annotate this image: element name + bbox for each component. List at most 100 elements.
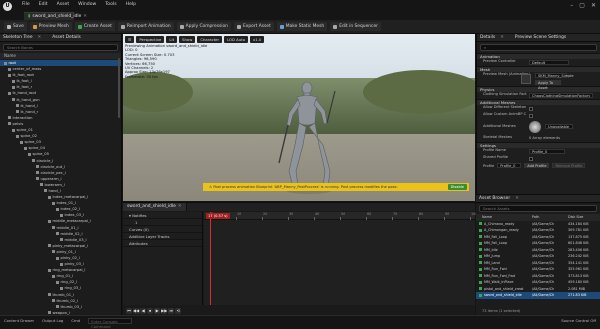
left-panel-tabs: Skeleton Tree ✕ Asset Details bbox=[0, 34, 121, 42]
bone-search-input[interactable]: Search Bones bbox=[3, 44, 118, 51]
scrollbar[interactable] bbox=[118, 58, 120, 118]
mesh-thumbnail bbox=[521, 74, 531, 84]
preview-controller-dropdown[interactable]: Default bbox=[529, 60, 569, 65]
bone-icon bbox=[56, 232, 59, 236]
bone-icon bbox=[8, 67, 11, 71]
profile-name-field[interactable]: Profile_0 bbox=[529, 149, 565, 154]
timeline-ruler[interactable]: 0102030405060708090100 bbox=[204, 212, 477, 220]
source-control-status[interactable]: Source Control Off bbox=[561, 318, 596, 323]
bone-label: thumb_01_l bbox=[52, 292, 74, 297]
sword-shape bbox=[326, 90, 336, 124]
menu-tools[interactable]: Tools bbox=[105, 2, 116, 7]
preview-mesh-button[interactable]: Preview Mesh bbox=[29, 22, 72, 31]
array-count: 0 Array elements bbox=[529, 136, 560, 140]
reimport-animation-button[interactable]: Reimport Animation bbox=[117, 22, 174, 31]
track-attributes[interactable]: Attributes bbox=[123, 240, 202, 247]
play-reverse-icon[interactable]: ◀ bbox=[140, 308, 147, 314]
console-command-input[interactable]: Enter Console Command bbox=[88, 317, 133, 329]
character-button[interactable]: Character bbox=[197, 36, 223, 43]
animation-sequence-icon bbox=[479, 248, 482, 251]
bone-label: ik_hand_r bbox=[20, 109, 39, 114]
shared-profile-checkbox[interactable] bbox=[529, 156, 533, 161]
show-button[interactable]: Show bbox=[179, 36, 196, 43]
prop-profile-name: Profile Name Profile_0 bbox=[477, 148, 600, 155]
track-notify-1[interactable]: 1 bbox=[123, 219, 202, 226]
bone-icon bbox=[36, 177, 39, 181]
maximize-icon[interactable]: ▢ bbox=[579, 2, 585, 9]
apply-compression-button[interactable]: Apply Compression bbox=[176, 22, 231, 31]
compression-icon bbox=[179, 24, 184, 29]
ruler-tick-label: 70 bbox=[393, 212, 398, 216]
content-drawer-button[interactable]: Content Drawer bbox=[4, 318, 34, 323]
menu-file[interactable]: File bbox=[22, 2, 30, 7]
animation-sequence-icon bbox=[479, 287, 482, 290]
make-static-mesh-button[interactable]: Make Static Mesh bbox=[276, 22, 328, 31]
asset-row[interactable]: sword_and_shield_idle/All/Game/Ch 271.83 … bbox=[476, 292, 600, 299]
document-tab[interactable]: ▮ sword_and_shield_idle ✕ bbox=[24, 12, 87, 20]
apply-to-asset-button[interactable]: Apply To Asset bbox=[535, 80, 561, 90]
preview-mesh-dropdown[interactable]: SKM_Manny_Simple bbox=[535, 73, 574, 78]
jump-to-start-icon[interactable]: ⏮ bbox=[126, 308, 132, 314]
create-icon bbox=[77, 24, 82, 29]
close-tab-icon[interactable]: ✕ bbox=[515, 196, 519, 201]
track-curves[interactable]: Curves (0) bbox=[123, 226, 202, 233]
viewport[interactable]: ☰ Perspective Lit Show Character LOD Aut… bbox=[123, 34, 475, 201]
lod-auto-button[interactable]: LOD Auto bbox=[224, 36, 248, 43]
output-log-button[interactable]: Output Log bbox=[42, 318, 63, 323]
tab-asset-browser[interactable]: Asset Browser bbox=[479, 196, 510, 201]
profile-dropdown[interactable]: Profile_0 bbox=[497, 163, 522, 168]
cmd-dropdown[interactable]: Cmd bbox=[71, 318, 80, 323]
bone-icon bbox=[8, 91, 11, 95]
allow-different-skeleton-checkbox[interactable] bbox=[529, 106, 533, 111]
loop-icon[interactable]: ⟲ bbox=[175, 308, 182, 314]
close-icon[interactable]: ✕ bbox=[591, 2, 596, 9]
close-tab-icon[interactable]: ✕ bbox=[38, 35, 42, 40]
step-back-icon[interactable]: ◀◀ bbox=[133, 308, 140, 314]
tab-timeline-asset[interactable]: sword_and_shield_idle ✕ bbox=[123, 203, 187, 211]
details-search-input[interactable]: ⌕ bbox=[480, 44, 597, 51]
playhead[interactable] bbox=[210, 212, 211, 305]
close-tab-icon[interactable]: ✕ bbox=[178, 204, 182, 209]
tab-preview-scene-settings[interactable]: Preview Scene Settings bbox=[515, 35, 566, 40]
bone-label: center_of_mass bbox=[12, 67, 42, 72]
add-profile-button[interactable]: Add Profile bbox=[524, 163, 550, 168]
animation-sequence-icon bbox=[479, 254, 482, 258]
play-icon[interactable]: ▶ bbox=[154, 308, 161, 314]
ruler-tick bbox=[470, 217, 471, 220]
additional-meshes-dropdown[interactable]: Unavailable bbox=[545, 124, 573, 129]
clothing-factory-dropdown[interactable]: ChaosClothingSimulationFactory bbox=[529, 93, 593, 98]
track-notifies[interactable]: ▾ Notifies bbox=[123, 212, 202, 219]
edit-in-sequencer-button[interactable]: Edit in Sequencer bbox=[330, 22, 381, 31]
disable-post-process-button[interactable]: Disable bbox=[447, 184, 467, 190]
create-asset-button[interactable]: Create Asset bbox=[74, 22, 115, 31]
menu-asset[interactable]: Asset bbox=[57, 2, 70, 7]
tab-asset-details[interactable]: Asset Details bbox=[52, 35, 81, 40]
track-additive-layer[interactable]: Additive Layer Tracks bbox=[123, 233, 202, 240]
minimize-icon[interactable]: – bbox=[570, 2, 573, 9]
tab-skeleton-tree[interactable]: Skeleton Tree bbox=[3, 35, 33, 40]
close-tab-icon[interactable]: ✕ bbox=[500, 35, 504, 40]
allow-custom-animbp-checkbox[interactable] bbox=[529, 113, 533, 118]
menu-edit[interactable]: Edit bbox=[39, 2, 48, 7]
timeline-track-area[interactable]: 0102030405060708090100 17 (0.57 s) bbox=[204, 212, 477, 305]
jump-to-end-icon[interactable]: ⏭ bbox=[168, 308, 175, 314]
lit-button[interactable]: Lit bbox=[166, 36, 178, 43]
bone-icon bbox=[52, 299, 55, 303]
menu-help[interactable]: Help bbox=[126, 2, 136, 7]
tab-details[interactable]: Details bbox=[480, 35, 495, 40]
step-forward-icon[interactable]: ▶▶ bbox=[161, 308, 168, 314]
close-tab-icon[interactable]: ✕ bbox=[83, 14, 87, 19]
perspective-button[interactable]: Perspective bbox=[136, 36, 165, 43]
save-button[interactable]: Save bbox=[4, 22, 27, 31]
asset-search-input[interactable]: Search Assets bbox=[479, 205, 597, 212]
right-panel-tabs: Details ✕ Preview Scene Settings bbox=[477, 34, 600, 42]
remove-profile-button[interactable]: Remove Profile bbox=[552, 163, 586, 168]
viewport-menu-button[interactable]: ☰ bbox=[125, 36, 135, 43]
menu-window[interactable]: Window bbox=[78, 2, 96, 7]
stop-icon[interactable]: ⏹ bbox=[147, 308, 154, 314]
bone-icon bbox=[28, 152, 31, 156]
export-asset-button[interactable]: Export Asset bbox=[233, 22, 274, 31]
bone-label: ring_01_l bbox=[56, 274, 74, 279]
playback-speed-button[interactable]: x1.0 bbox=[250, 36, 265, 43]
unreal-logo-icon[interactable]: U bbox=[3, 2, 12, 11]
